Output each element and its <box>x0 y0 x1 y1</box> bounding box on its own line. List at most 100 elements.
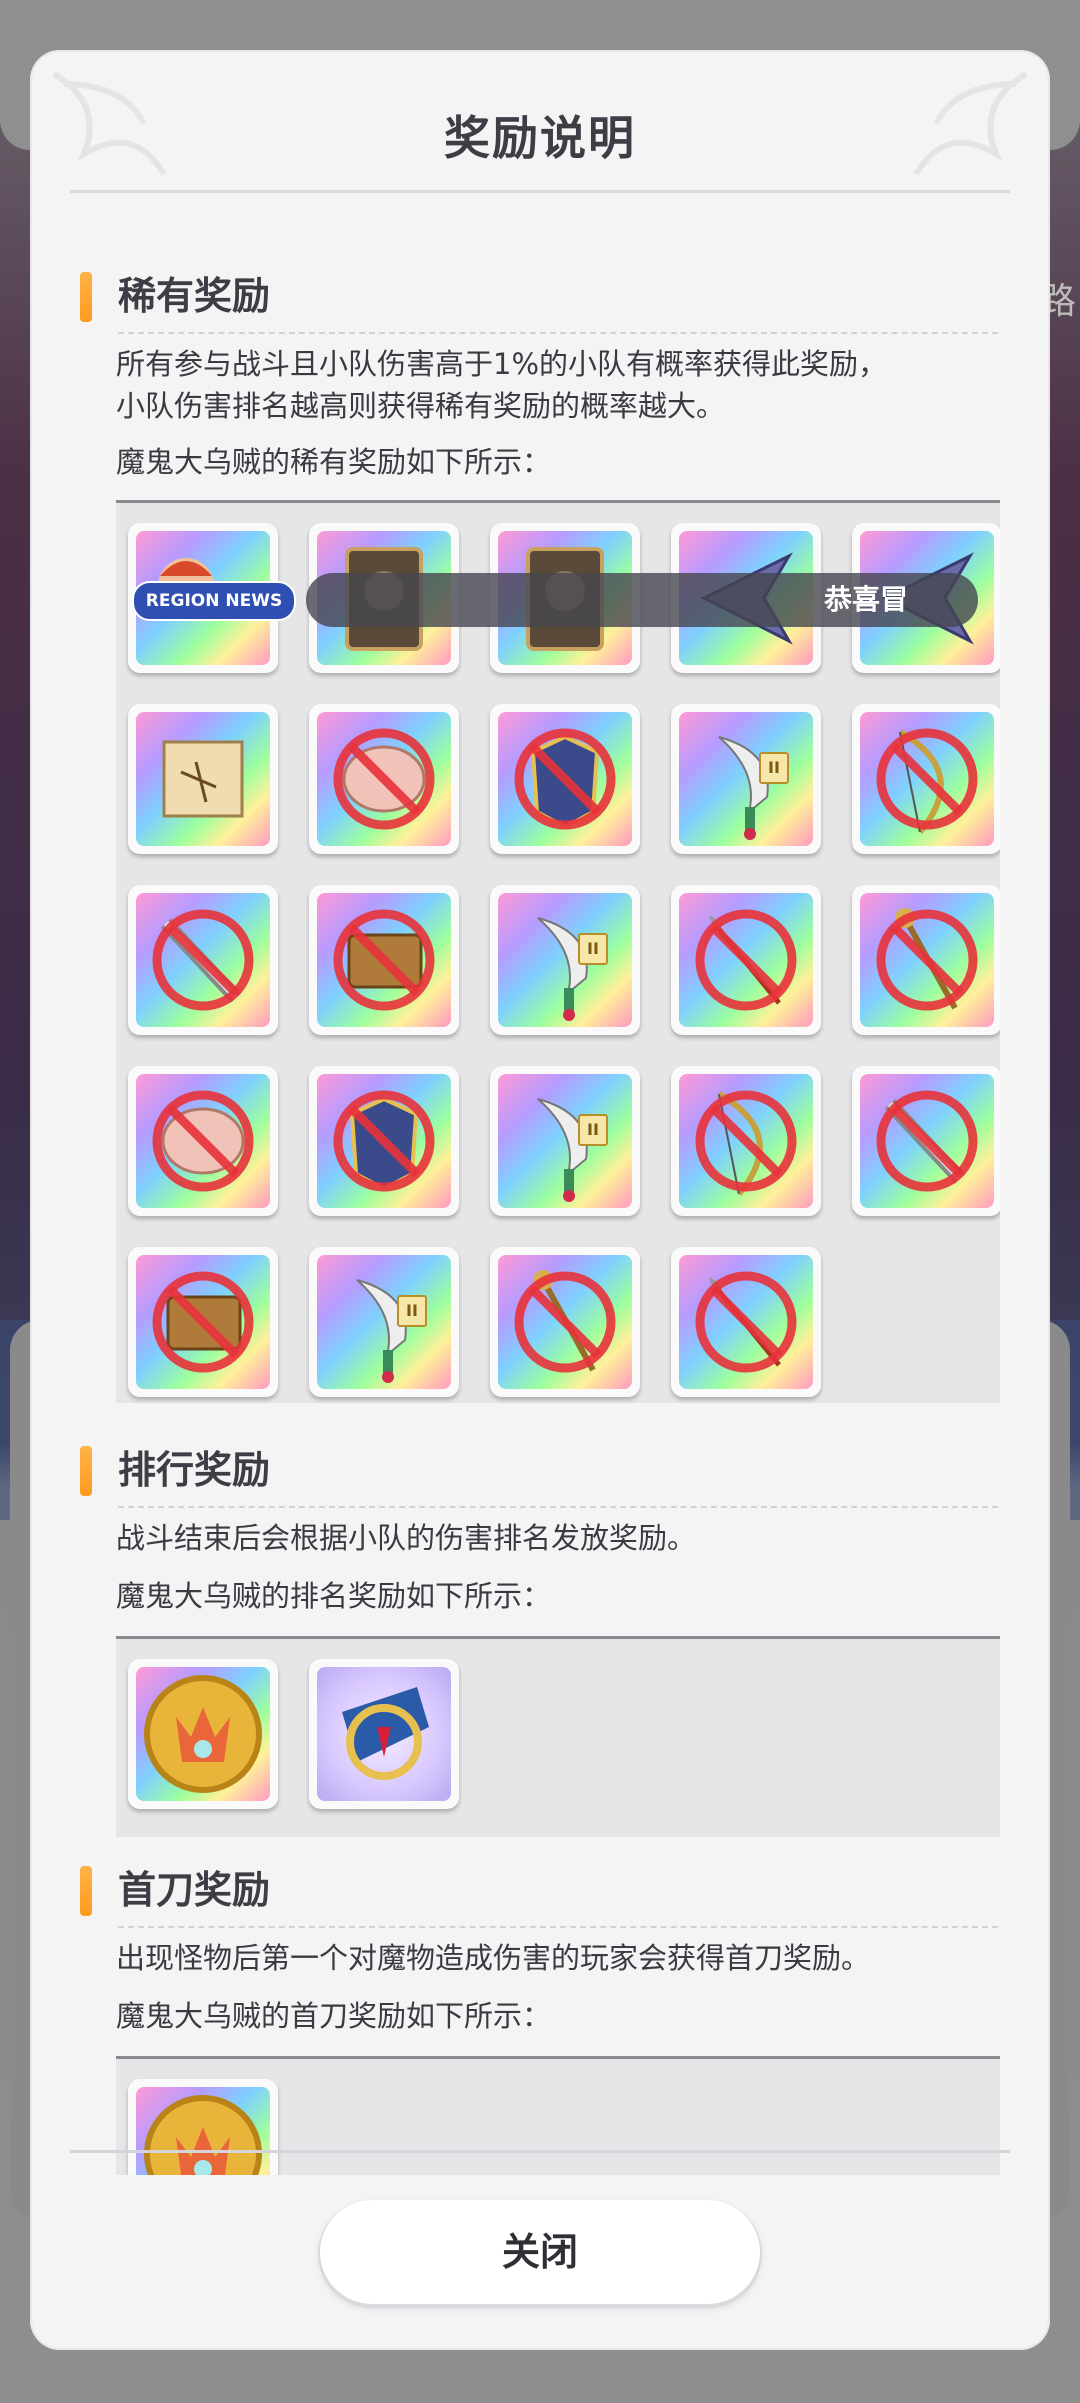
section-rare-rewards: 稀有奖励 <box>80 266 1000 334</box>
dagger-icon <box>537 917 588 1021</box>
reward-item[interactable] <box>128 885 278 1035</box>
reward-item-frame <box>860 893 994 1027</box>
reward-item[interactable] <box>128 1066 278 1216</box>
dialog-title: 奖励说明 <box>444 111 636 165</box>
section-heading: 排行奖励 <box>118 1448 271 1492</box>
prohibited-icon <box>514 728 616 830</box>
section-accent-bar <box>80 1446 92 1496</box>
reward-item[interactable]: II <box>309 1247 459 1397</box>
reward-scroll-area[interactable]: 稀有奖励 所有参与战斗且小队伤害高于1%的小队有概率获得此奖励， 小队伤害排名越… <box>80 210 1000 2175</box>
section-accent-bar <box>80 1866 92 1916</box>
reward-item-frame <box>317 1074 451 1208</box>
prohibited-icon <box>876 909 978 1011</box>
reward-item[interactable] <box>309 885 459 1035</box>
first-strike-description: 出现怪物后第一个对魔物造成伤害的玩家会获得首刀奖励。 <box>116 1941 871 1975</box>
reward-info-dialog: 奖励说明 稀有奖励 所有参与战斗且小队伤害高于1%的小队有概率获得此奖励， 小队… <box>30 50 1050 2350</box>
reward-item-frame <box>498 712 632 846</box>
prohibited-icon <box>876 728 978 830</box>
rare-description-line1: 所有参与战斗且小队伤害高于1%的小队有概率获得此奖励， <box>116 347 888 381</box>
rare-description-line2: 小队伤害排名越高则获得稀有奖励的概率越大。 <box>116 389 726 423</box>
section-accent-bar <box>80 272 92 322</box>
reward-item-frame <box>136 893 270 1027</box>
emblem-icon <box>342 1687 429 1780</box>
reward-item-frame <box>136 1255 270 1389</box>
prohibited-icon <box>514 1271 616 1373</box>
reward-item[interactable] <box>309 1659 459 1809</box>
reward-item[interactable] <box>852 704 1000 854</box>
reward-item[interactable] <box>852 1066 1000 1216</box>
reward-item-frame: II <box>317 1255 451 1389</box>
crown-coin-icon <box>144 2095 262 2175</box>
reward-item-frame <box>136 1667 270 1801</box>
reward-item-frame <box>860 1074 994 1208</box>
prohibited-icon <box>333 909 435 1011</box>
section-divider <box>118 1926 998 1928</box>
rank-badge: II <box>578 933 608 965</box>
prohibited-icon <box>333 1090 435 1192</box>
reward-item[interactable] <box>309 1066 459 1216</box>
rare-list-label: 魔鬼大乌贼的稀有奖励如下所示： <box>116 445 552 479</box>
prohibited-icon <box>333 728 435 830</box>
reward-item[interactable] <box>852 885 1000 1035</box>
ranking-description: 战斗结束后会根据小队的伤害排名发放奖励。 <box>116 1521 697 1555</box>
rank-badge: II <box>759 752 789 784</box>
first-strike-list-label: 魔鬼大乌贼的首刀奖励如下所示： <box>116 1999 552 2033</box>
rank-badge: II <box>397 1295 427 1327</box>
reward-item-frame <box>679 1074 813 1208</box>
prohibited-icon <box>152 1090 254 1192</box>
dagger-icon <box>356 1279 407 1383</box>
news-ticker-text: 恭喜冒 <box>823 583 908 616</box>
reward-item[interactable] <box>309 704 459 854</box>
section-divider <box>118 332 998 334</box>
prohibited-icon <box>876 1090 978 1192</box>
reward-item-frame <box>136 2087 270 2175</box>
first-strike-reward-grid <box>116 2056 1000 2175</box>
dagger-icon <box>537 1098 588 1202</box>
rare-reward-grid: II II II II REGION NEWS 恭喜冒 <box>116 500 1000 1403</box>
reward-item-frame: II <box>498 893 632 1027</box>
reward-item[interactable] <box>490 704 640 854</box>
treasure-map-icon <box>162 740 244 818</box>
reward-item-frame <box>136 712 270 846</box>
close-button[interactable]: 关闭 <box>320 2200 760 2304</box>
reward-item-frame <box>498 1255 632 1389</box>
region-news-ticker[interactable]: 恭喜冒 <box>306 573 978 627</box>
prohibited-icon <box>695 1090 797 1192</box>
prohibited-icon <box>152 909 254 1011</box>
crown-coin-icon <box>144 1675 262 1793</box>
section-heading: 首刀奖励 <box>118 1868 271 1912</box>
section-ranking-rewards: 排行奖励 <box>80 1440 1000 1508</box>
title-divider <box>70 190 1010 193</box>
section-first-strike-rewards: 首刀奖励 <box>80 1860 1000 1928</box>
reward-item[interactable] <box>128 704 278 854</box>
dagger-icon <box>718 736 769 840</box>
reward-item[interactable]: II <box>490 885 640 1035</box>
ranking-list-label: 魔鬼大乌贼的排名奖励如下所示： <box>116 1579 552 1613</box>
reward-item-frame <box>317 893 451 1027</box>
reward-item[interactable] <box>490 1247 640 1397</box>
reward-item[interactable]: II <box>490 1066 640 1216</box>
prohibited-icon <box>695 1271 797 1373</box>
reward-item-frame <box>860 712 994 846</box>
reward-item-frame <box>317 712 451 846</box>
prohibited-icon <box>152 1271 254 1373</box>
reward-item-frame: II <box>498 1074 632 1208</box>
reward-item[interactable] <box>128 1659 278 1809</box>
reward-item-frame <box>136 1074 270 1208</box>
prohibited-icon <box>695 909 797 1011</box>
rank-badge: II <box>578 1114 608 1146</box>
bottom-divider <box>70 2150 1010 2153</box>
reward-item-frame <box>679 893 813 1027</box>
reward-item[interactable] <box>128 2079 278 2175</box>
reward-item[interactable] <box>128 1247 278 1397</box>
reward-item-frame <box>679 1255 813 1389</box>
reward-item-frame: II <box>679 712 813 846</box>
reward-item[interactable] <box>671 1247 821 1397</box>
reward-item[interactable] <box>671 885 821 1035</box>
reward-item-frame <box>317 1667 451 1801</box>
ranking-reward-grid <box>116 1636 1000 1837</box>
section-heading: 稀有奖励 <box>118 274 271 318</box>
reward-item[interactable]: II <box>671 704 821 854</box>
reward-item[interactable] <box>671 1066 821 1216</box>
region-news-badge: REGION NEWS <box>132 581 296 621</box>
